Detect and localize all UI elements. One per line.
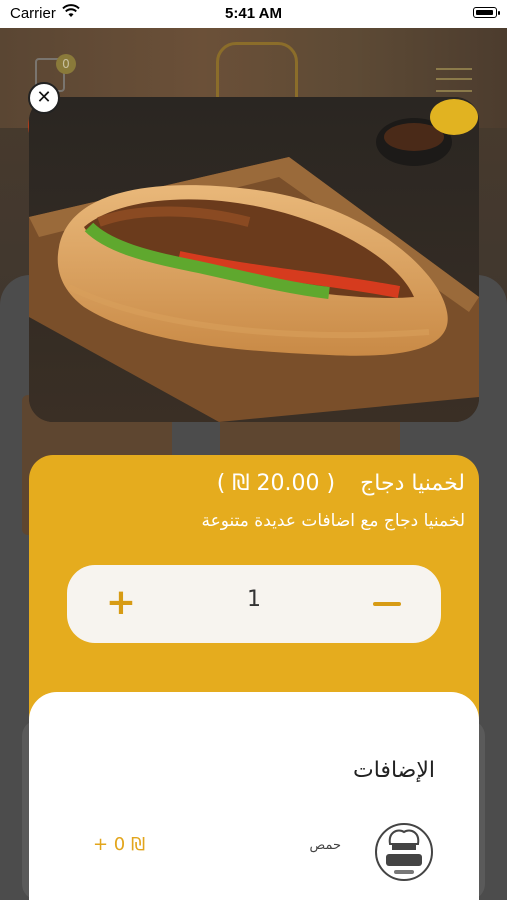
cart-count-badge: 0 [56,54,76,74]
battery-icon [473,7,500,18]
addons-sheet: الإضافات حمص + 0 ₪ [29,692,479,900]
menu-icon[interactable] [436,68,472,92]
bakery-logo [375,823,433,881]
addon-price: + 0 ₪ [93,834,146,855]
product-name: لخمنيا دجاج [360,471,465,496]
quantity-stepper: + 1 [67,565,441,643]
addon-name: حمص [309,838,341,853]
addons-title: الإضافات [353,758,435,783]
status-bar: Carrier 5:41 AM [0,0,507,28]
product-description: لخمنيا دجاج مع اضافات عديدة متنوعة [201,511,465,531]
addon-item[interactable]: حمص + 0 ₪ [29,810,479,890]
minus-icon[interactable] [373,602,401,606]
clock: 5:41 AM [225,5,282,22]
brand-logo [216,42,298,104]
product-title-row: لخمنيا دجاج ( 20.00 ₪ ) [217,471,465,496]
close-button[interactable]: ✕ [28,82,60,114]
quantity-value: 1 [247,587,261,612]
product-price: ( 20.00 ₪ ) [216,471,336,496]
sandwich-illustration [29,97,479,422]
close-icon: ✕ [36,87,52,108]
product-image [29,97,479,422]
